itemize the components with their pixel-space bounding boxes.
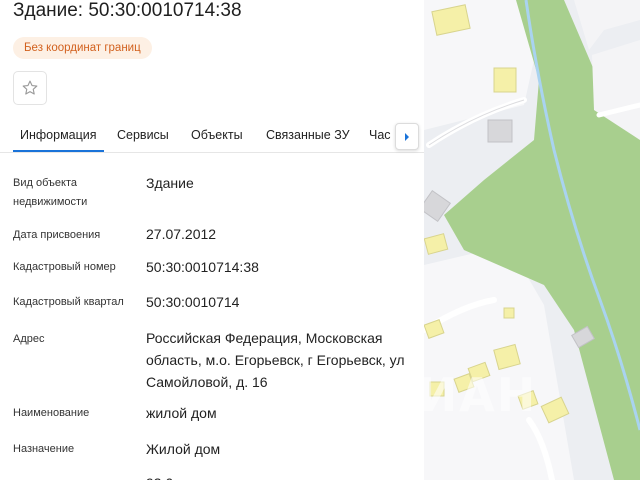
page-title: Здание: 50:30:0010714:38 [13, 0, 242, 21]
chevron-right-icon [405, 132, 409, 141]
tab-related-land[interactable]: Связанные ЗУ [266, 128, 350, 142]
tab-objects[interactable]: Объекты [191, 128, 243, 142]
detail-label-name: Наименование [13, 407, 90, 419]
tabs-scroll-right-button[interactable] [395, 123, 419, 150]
status-badge: Без координат границ [13, 37, 152, 59]
detail-value-name: жилой дом [146, 405, 217, 421]
detail-value-purpose: Жилой дом [146, 441, 221, 457]
detail-label-object-type: Вид объекта недвижимости [13, 177, 88, 208]
detail-value-object-type: Здание [146, 175, 194, 191]
detail-value-cadastral-quarter[interactable]: 50:30:0010714 [146, 291, 408, 313]
info-panel: Здание: 50:30:0010714:38 Без координат г… [0, 0, 424, 480]
detail-value-date: 27.07.2012 [146, 226, 217, 242]
tab-bar: Информация Сервисы Объекты Связанные ЗУ … [0, 120, 424, 153]
detail-label-cadastral-number: Кадастровый номер [13, 261, 116, 273]
detail-label-cadastral-quarter: Кадастровый квартал [13, 296, 124, 308]
map-watermark: ЦИАН [424, 368, 538, 422]
detail-value-cadastral-number[interactable]: 50:30:0010714:38 [146, 256, 408, 278]
detail-value-area: 93,0... [146, 472, 408, 480]
tab-parts[interactable]: Час [369, 128, 391, 142]
detail-label-purpose: Назначение [13, 443, 75, 455]
tab-services[interactable]: Сервисы [117, 128, 169, 142]
star-icon [22, 80, 38, 95]
tab-information[interactable]: Информация [13, 128, 104, 152]
detail-label-address: Адрес [13, 333, 45, 345]
map-view[interactable]: ЦИАН [424, 0, 640, 480]
detail-value-address: Российская Федерация, Московская область… [146, 330, 405, 390]
detail-label-date: Дата присвоения [13, 229, 101, 241]
favorite-button[interactable] [13, 71, 47, 105]
